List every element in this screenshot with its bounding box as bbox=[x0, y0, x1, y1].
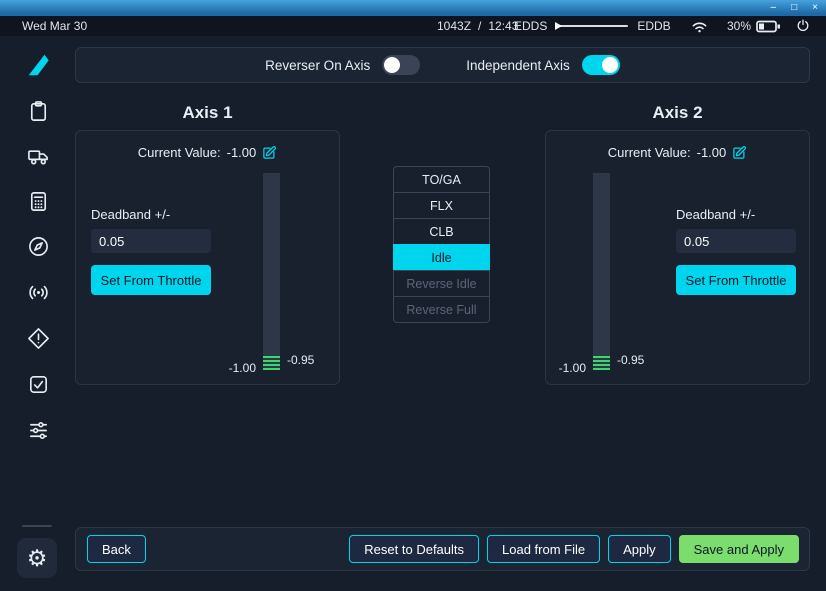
sidebar-item-checklists[interactable] bbox=[25, 371, 51, 397]
detent-reverse-full[interactable]: Reverse Full bbox=[393, 296, 490, 323]
compass-icon bbox=[27, 235, 50, 258]
deadband-stripes bbox=[263, 356, 280, 370]
window-maximize-button[interactable]: □ bbox=[791, 3, 797, 13]
edit-pencil-icon[interactable] bbox=[262, 145, 277, 160]
independent-axis-label: Independent Axis bbox=[466, 58, 570, 73]
set-from-throttle-button[interactable]: Set From Throttle bbox=[676, 265, 796, 295]
status-date: Wed Mar 30 bbox=[22, 16, 87, 36]
independent-axis-group: Independent Axis bbox=[466, 55, 620, 75]
destination-airport: EDDB bbox=[637, 19, 670, 33]
sidebar-item-atc[interactable] bbox=[25, 279, 51, 305]
battery-icon bbox=[756, 16, 781, 36]
footer-bar: Back Reset to Defaults Load from File Ap… bbox=[75, 527, 810, 571]
axis1-panel: Current Value: -1.00 Deadband +/- Set Fr… bbox=[75, 130, 340, 385]
detent-list: TO/GA FLX CLB Idle Reverse Idle Reverse … bbox=[393, 166, 490, 323]
current-value-label: Current Value: bbox=[608, 145, 691, 160]
status-time: 1043Z / 12:43 bbox=[437, 16, 518, 36]
detent-idle[interactable]: Idle bbox=[393, 244, 490, 271]
load-from-file-button[interactable]: Load from File bbox=[487, 535, 600, 563]
axis2-throttle-gauge bbox=[593, 173, 610, 370]
apply-button[interactable]: Apply bbox=[608, 535, 671, 563]
sidebar-item-ground[interactable] bbox=[25, 143, 51, 169]
window-minimize-button[interactable]: – bbox=[771, 3, 777, 13]
set-from-throttle-button[interactable]: Set From Throttle bbox=[91, 265, 211, 295]
warning-diamond-icon bbox=[27, 327, 50, 350]
reset-to-defaults-button[interactable]: Reset to Defaults bbox=[349, 535, 479, 563]
sidebar-item-settings[interactable]: ⚙ bbox=[17, 538, 57, 578]
sidebar-divider bbox=[22, 525, 52, 527]
gauge-deadband-top-label: -0.95 bbox=[617, 353, 644, 367]
axis2-title: Axis 2 bbox=[545, 103, 810, 123]
status-time-separator: / bbox=[478, 19, 481, 33]
power-button-icon[interactable] bbox=[796, 16, 810, 36]
deadband-stripes bbox=[593, 356, 610, 370]
detent-reverse-idle[interactable]: Reverse Idle bbox=[393, 270, 490, 297]
sidebar-item-logo[interactable] bbox=[25, 52, 51, 78]
sidebar-item-presets[interactable] bbox=[25, 417, 51, 443]
back-button[interactable]: Back bbox=[87, 535, 146, 563]
deadband-input[interactable] bbox=[91, 229, 211, 253]
save-and-apply-button[interactable]: Save and Apply bbox=[679, 535, 799, 563]
statusbar: Wed Mar 30 1043Z / 12:43 EDDS EDDB 30% bbox=[0, 16, 826, 36]
window-close-button[interactable]: × bbox=[812, 3, 818, 13]
origin-airport: EDDS bbox=[514, 19, 547, 33]
flight-route: EDDS EDDB bbox=[514, 16, 671, 36]
broadcast-icon bbox=[27, 281, 50, 304]
sidebar-item-dashboard[interactable] bbox=[25, 98, 51, 124]
aircraft-marker-icon bbox=[555, 22, 562, 30]
calculator-icon bbox=[27, 190, 50, 213]
sidebar-item-performance[interactable] bbox=[25, 188, 51, 214]
wifi-icon bbox=[690, 16, 709, 36]
reverser-on-axis-label: Reverser On Axis bbox=[265, 58, 370, 73]
gauge-deadband-top-label: -0.95 bbox=[287, 353, 314, 367]
axis1-throttle-gauge bbox=[263, 173, 280, 370]
current-value-label: Current Value: bbox=[138, 145, 221, 160]
deadband-label: Deadband +/- bbox=[91, 207, 170, 222]
efb-window: – □ × Wed Mar 30 1043Z / 12:43 EDDS EDDB bbox=[0, 0, 826, 591]
gauge-min-label: -1.00 bbox=[546, 361, 586, 375]
sidebar-item-navigation[interactable] bbox=[25, 233, 51, 259]
gear-icon: ⚙ bbox=[27, 547, 48, 570]
axis2-panel: Current Value: -1.00 -1.00 -0.95 Deadban… bbox=[545, 130, 810, 385]
detent-flx[interactable]: FLX bbox=[393, 192, 490, 219]
current-value: -1.00 bbox=[697, 145, 727, 160]
deadband-label: Deadband +/- bbox=[676, 207, 755, 222]
sidebar-item-failures[interactable] bbox=[25, 325, 51, 351]
status-time-utc: 1043Z bbox=[437, 19, 471, 33]
flight-progress-bar bbox=[556, 25, 628, 27]
reverser-on-axis-toggle[interactable] bbox=[382, 55, 420, 75]
window-titlebar: – □ × bbox=[0, 0, 826, 16]
reverser-on-axis-group: Reverser On Axis bbox=[265, 55, 420, 75]
battery-percent: 30% bbox=[727, 16, 751, 36]
edit-pencil-icon[interactable] bbox=[732, 145, 747, 160]
clipboard-icon bbox=[27, 100, 50, 123]
detent-clb[interactable]: CLB bbox=[393, 218, 490, 245]
axis2-current-value-row: Current Value: -1.00 bbox=[546, 145, 809, 160]
detent-toga[interactable]: TO/GA bbox=[393, 166, 490, 193]
axis1-title: Axis 1 bbox=[75, 103, 340, 123]
flybywire-logo-icon bbox=[25, 52, 51, 78]
checklist-icon bbox=[27, 373, 50, 396]
current-value: -1.00 bbox=[227, 145, 257, 160]
truck-icon bbox=[27, 145, 50, 168]
independent-axis-toggle[interactable] bbox=[582, 55, 620, 75]
sliders-icon bbox=[27, 419, 50, 442]
axis-options-bar: Reverser On Axis Independent Axis bbox=[75, 47, 810, 83]
axis1-current-value-row: Current Value: -1.00 bbox=[76, 145, 339, 160]
gauge-min-label: -1.00 bbox=[204, 361, 256, 375]
deadband-input[interactable] bbox=[676, 229, 796, 253]
